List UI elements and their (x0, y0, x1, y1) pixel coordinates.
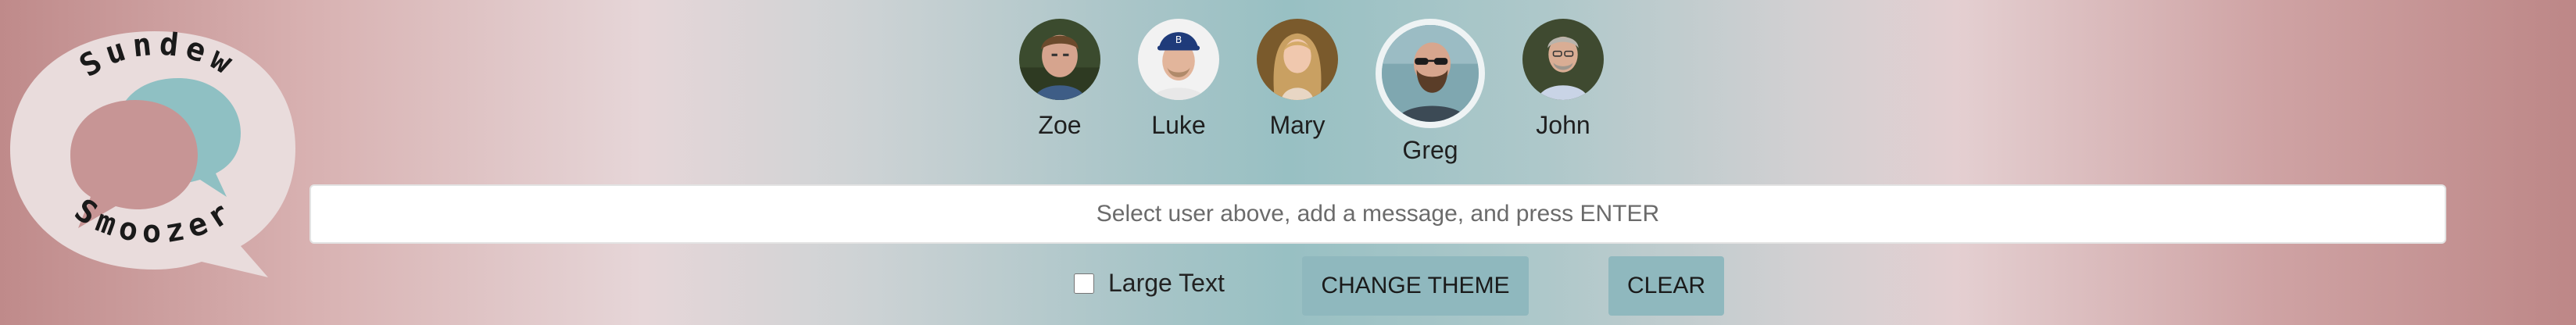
user-name: Luke (1151, 111, 1206, 139)
large-text-checkbox[interactable] (1074, 273, 1094, 294)
user-name: Mary (1269, 111, 1326, 139)
user-name: John (1536, 111, 1590, 139)
svg-text:B: B (1175, 34, 1182, 45)
user-avatar-photo[interactable] (1522, 19, 1604, 100)
user-selector: Zoe B Luke Mary Greg John (0, 19, 2576, 165)
user-avatar-photo[interactable]: B (1138, 19, 1219, 100)
change-theme-button[interactable]: CHANGE THEME (1302, 256, 1529, 316)
user-name: Greg (1402, 136, 1458, 164)
large-text-toggle[interactable]: Large Text (1074, 269, 1225, 298)
clear-button[interactable]: CLEAR (1608, 256, 1724, 316)
user-zoe[interactable]: Zoe (1019, 19, 1100, 165)
large-text-label[interactable]: Large Text (1108, 269, 1225, 298)
user-john[interactable]: John (1522, 19, 1604, 165)
user-avatar-photo[interactable] (1376, 19, 1485, 128)
user-greg[interactable]: Greg (1376, 19, 1485, 165)
user-name: Zoe (1038, 111, 1082, 139)
user-avatar-photo[interactable] (1019, 19, 1100, 100)
message-input[interactable] (309, 184, 2446, 244)
user-avatar-photo[interactable] (1257, 19, 1338, 100)
user-luke[interactable]: B Luke (1138, 19, 1219, 165)
user-mary[interactable]: Mary (1257, 19, 1338, 165)
